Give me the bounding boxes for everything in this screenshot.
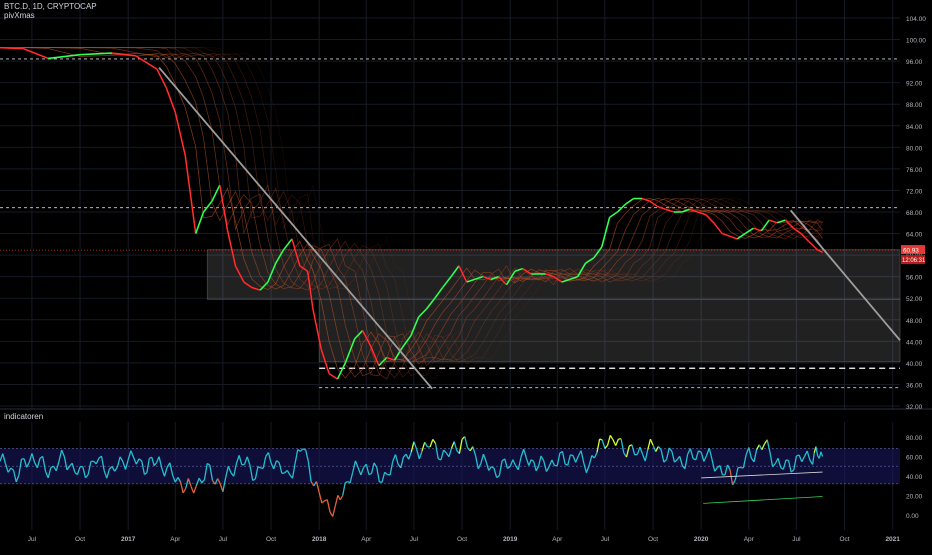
sub-y-tick-label: 0.00 bbox=[906, 513, 919, 520]
sub-y-tick-label: 80.00 bbox=[906, 435, 923, 442]
x-tick-label: Oct bbox=[648, 536, 658, 543]
support-zone bbox=[319, 299, 900, 362]
x-tick-label: Oct bbox=[266, 536, 276, 543]
y-tick-label: 64.00 bbox=[906, 232, 923, 239]
x-tick-label: Oct bbox=[839, 536, 849, 543]
chart-svg[interactable]: 104.00 100.00 96.00 92.00 88.00 84.00 80.00 76.… bbox=[0, 0, 932, 550]
x-tick-label: Jul bbox=[28, 536, 37, 543]
x-tick-label: Apr bbox=[170, 536, 181, 543]
x-tick-label: 2017 bbox=[121, 536, 136, 543]
y-tick-label: 104.00 bbox=[906, 16, 926, 23]
x-tick-label: Jul bbox=[601, 536, 610, 543]
y-tick-label: 68.00 bbox=[906, 210, 923, 217]
indicator-legend[interactable]: pivXmas bbox=[4, 11, 35, 21]
sub-y-tick-label: 40.00 bbox=[906, 474, 923, 481]
x-tick-label: Apr bbox=[361, 536, 372, 543]
x-tick-label: Jul bbox=[792, 536, 801, 543]
x-tick-label: Oct bbox=[75, 536, 85, 543]
y-tick-label: 40.00 bbox=[906, 361, 923, 368]
y-tick-label: 88.00 bbox=[906, 102, 923, 109]
countdown-tag-label: 12:06:31 bbox=[902, 258, 926, 264]
x-tick-label: 2018 bbox=[312, 536, 327, 543]
x-tick-label: Apr bbox=[552, 536, 563, 543]
y-tick-label: 72.00 bbox=[906, 188, 923, 195]
y-tick-label: 80.00 bbox=[906, 145, 923, 152]
price-tag-label: 60.93 bbox=[903, 248, 919, 255]
y-tick-label: 84.00 bbox=[906, 124, 923, 131]
x-tick-label: 2021 bbox=[885, 536, 900, 543]
y-tick-label: 92.00 bbox=[906, 81, 923, 88]
y-tick-label: 96.00 bbox=[906, 59, 923, 66]
x-tick-label: Apr bbox=[744, 536, 755, 543]
y-tick-label: 48.00 bbox=[906, 318, 923, 325]
y-tick-label: 32.00 bbox=[906, 404, 923, 411]
chart-area[interactable]: 104.00 100.00 96.00 92.00 88.00 84.00 80.00 76.… bbox=[0, 0, 932, 550]
y-tick-label: 100.00 bbox=[906, 38, 926, 45]
y-tick-label: 56.00 bbox=[906, 275, 923, 282]
x-tick-label: 2020 bbox=[694, 536, 709, 543]
sub-pane-legend[interactable]: indicatoren bbox=[4, 412, 43, 422]
y-tick-label: 36.00 bbox=[906, 382, 923, 389]
sub-y-tick-label: 60.00 bbox=[906, 454, 923, 461]
sub-y-tick-label: 20.00 bbox=[906, 494, 923, 501]
x-tick-label: 2019 bbox=[503, 536, 518, 543]
y-tick-label: 76.00 bbox=[906, 167, 923, 174]
y-tick-label: 52.00 bbox=[906, 296, 923, 303]
x-tick-label: Oct bbox=[457, 536, 467, 543]
y-tick-label: 44.00 bbox=[906, 339, 923, 346]
x-tick-label: Jul bbox=[410, 536, 419, 543]
x-tick-label: Jul bbox=[219, 536, 228, 543]
